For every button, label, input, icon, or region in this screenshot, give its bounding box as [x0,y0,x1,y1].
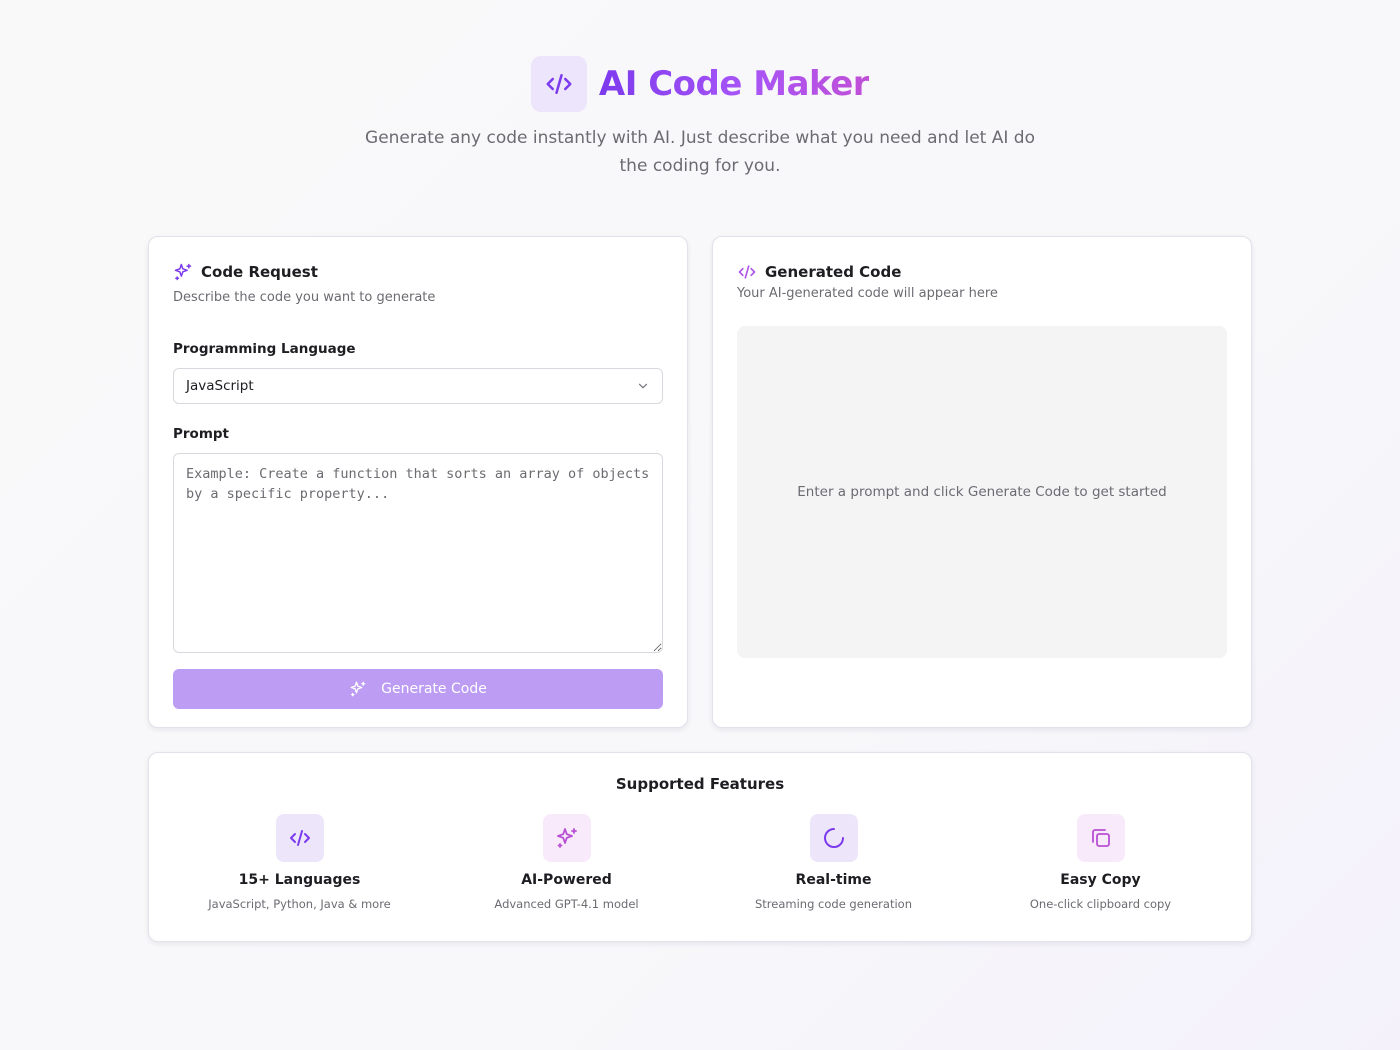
app-title: AI Code Maker [598,64,870,104]
generated-code-title: Generated Code [765,263,902,281]
feature-description: Streaming code generation [755,897,912,911]
code-request-card: Code Request Describe the code you want … [148,236,688,728]
sparkles-icon [350,681,366,697]
generated-code-description: Your AI-generated code will appear here [737,286,998,301]
language-label: Programming Language [173,341,356,357]
feature-real-time: Real-time Streaming code generation [700,814,967,911]
language-select[interactable]: JavaScript [173,368,663,404]
code-request-header: Code Request [173,261,663,283]
prompt-label: Prompt [173,426,230,442]
feature-description: JavaScript, Python, Java & more [208,897,391,911]
code-icon [546,74,572,94]
feature-name: AI-Powered [521,872,612,888]
language-select-value: JavaScript [186,378,254,394]
code-request-title: Code Request [201,263,318,281]
feature-description: One-click clipboard copy [1029,897,1172,911]
sparkles-icon [174,263,192,281]
features-card: Supported Features 15+ Languages JavaScr… [148,752,1252,942]
copy-icon [1091,829,1110,847]
code-request-description: Describe the code you want to generate [173,290,436,305]
code-output-area: Enter a prompt and click Generate Code t… [737,326,1227,658]
title-row: AI Code Maker [0,56,1400,112]
app-subtitle: Generate any code instantly with AI. Jus… [365,128,1035,176]
sparkles-icon [556,828,577,848]
generated-code-header: Generated Code [737,261,1227,283]
code-icon [738,265,756,279]
feature-easy-copy: Easy Copy One-click clipboard copy [967,814,1234,911]
feature-name: Real-time [795,872,872,888]
features-grid: 15+ Languages JavaScript, Python, Java &… [149,814,1251,911]
feature-name: Easy Copy [1060,872,1141,888]
feature-languages: 15+ Languages JavaScript, Python, Java &… [166,814,433,911]
feature-icon-box [809,814,858,862]
generated-code-card: Generated Code Your AI-generated code wi… [712,236,1252,728]
chevron-down-icon [638,383,648,389]
feature-icon-box [275,814,324,862]
feature-name: 15+ Languages [238,872,361,888]
code-icon [289,830,310,846]
feature-description: Advanced GPT-4.1 model [494,897,639,911]
feature-ai-powered: AI-Powered Advanced GPT-4.1 model [433,814,700,911]
features-title: Supported Features [615,775,785,793]
code-output-empty-message: Enter a prompt and click Generate Code t… [797,484,1167,500]
feature-icon-box [1076,814,1125,862]
feature-icon-box [542,814,591,862]
loader-icon [823,828,844,848]
logo-badge [530,56,587,112]
prompt-input[interactable] [173,453,663,653]
generate-code-label: Generate Code [381,681,487,697]
generate-code-button[interactable]: Generate Code [173,669,663,709]
page-header: AI Code Maker Generate any code instantl… [0,56,1400,180]
